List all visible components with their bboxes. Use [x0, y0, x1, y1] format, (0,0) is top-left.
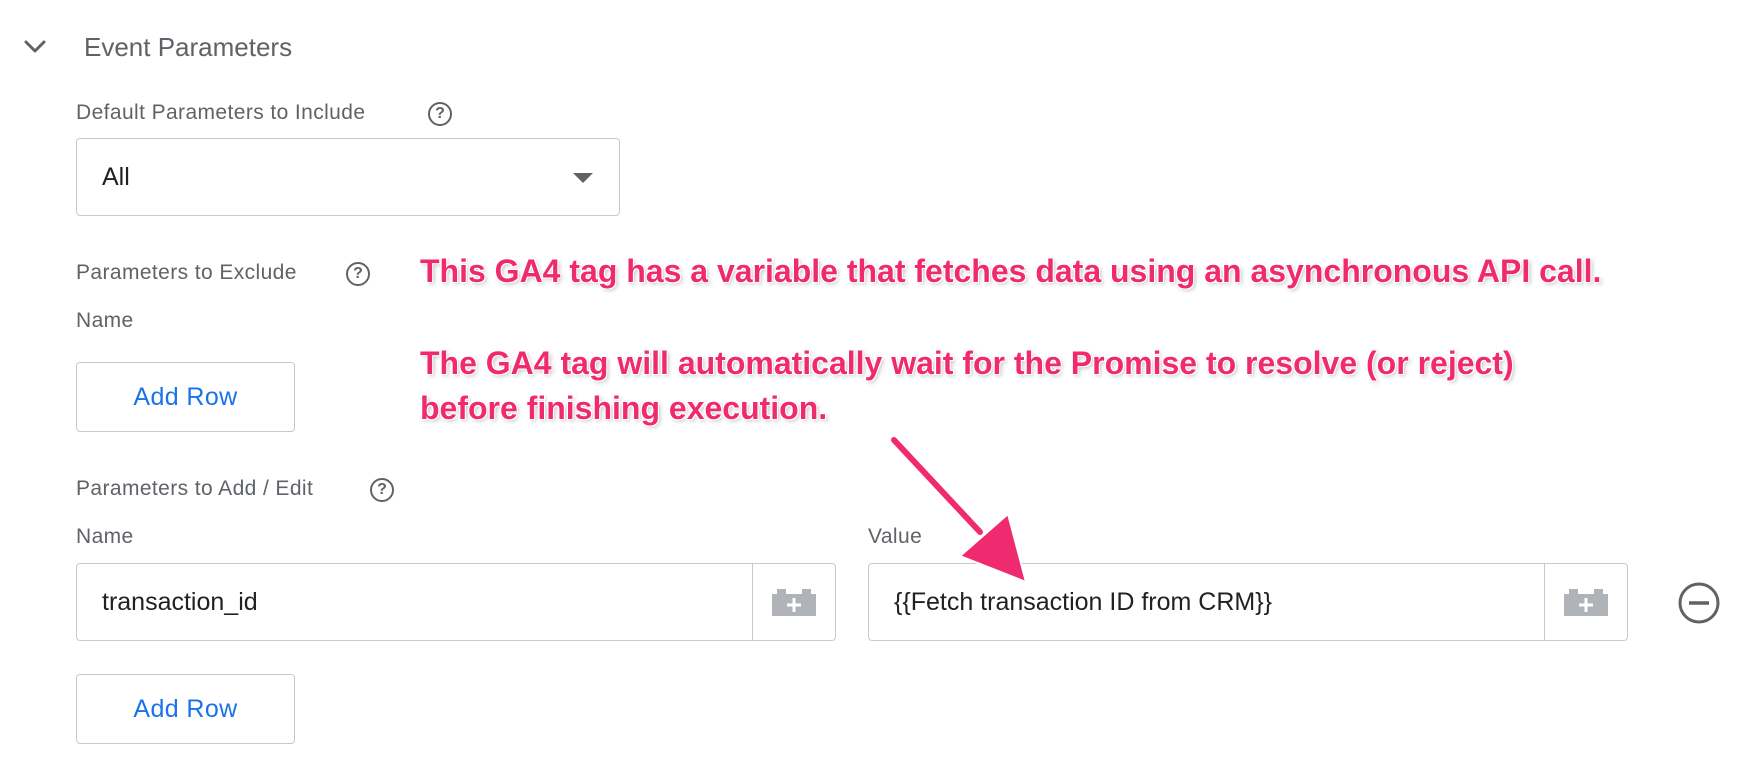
default-params-select[interactable]: All	[76, 138, 620, 216]
add-edit-name-label: Name	[76, 525, 134, 548]
default-params-label: Default Parameters to Include	[76, 101, 366, 124]
dropdown-caret-icon	[573, 173, 593, 183]
annotation-line-2: The GA4 tag will automatically wait for …	[420, 345, 1514, 381]
annotation-arrow	[889, 435, 1027, 583]
param-name-field[interactable]: transaction_id	[76, 563, 836, 641]
name-variable-icon[interactable]	[752, 564, 835, 640]
collapse-chevron-icon[interactable]	[22, 34, 48, 60]
exclude-params-help-icon[interactable]: ?	[346, 262, 370, 286]
annotation-line-3: before finishing execution.	[420, 390, 828, 426]
add-edit-params-label: Parameters to Add / Edit	[76, 477, 314, 500]
annotation-line-1: This GA4 tag has a variable that fetches…	[420, 253, 1602, 289]
exclude-add-row-button[interactable]: Add Row	[76, 362, 295, 432]
section-title: Event Parameters	[84, 32, 293, 62]
exclude-name-label: Name	[76, 309, 134, 332]
add-edit-add-row-button[interactable]: Add Row	[76, 674, 295, 744]
param-name-input[interactable]: transaction_id	[77, 564, 752, 640]
default-params-select-value: All	[102, 163, 130, 191]
default-params-help-icon[interactable]: ?	[428, 102, 452, 126]
value-variable-icon[interactable]	[1544, 564, 1627, 640]
exclude-params-label: Parameters to Exclude	[76, 261, 297, 284]
add-edit-params-help-icon[interactable]: ?	[370, 478, 394, 502]
remove-row-icon[interactable]	[1676, 580, 1722, 626]
